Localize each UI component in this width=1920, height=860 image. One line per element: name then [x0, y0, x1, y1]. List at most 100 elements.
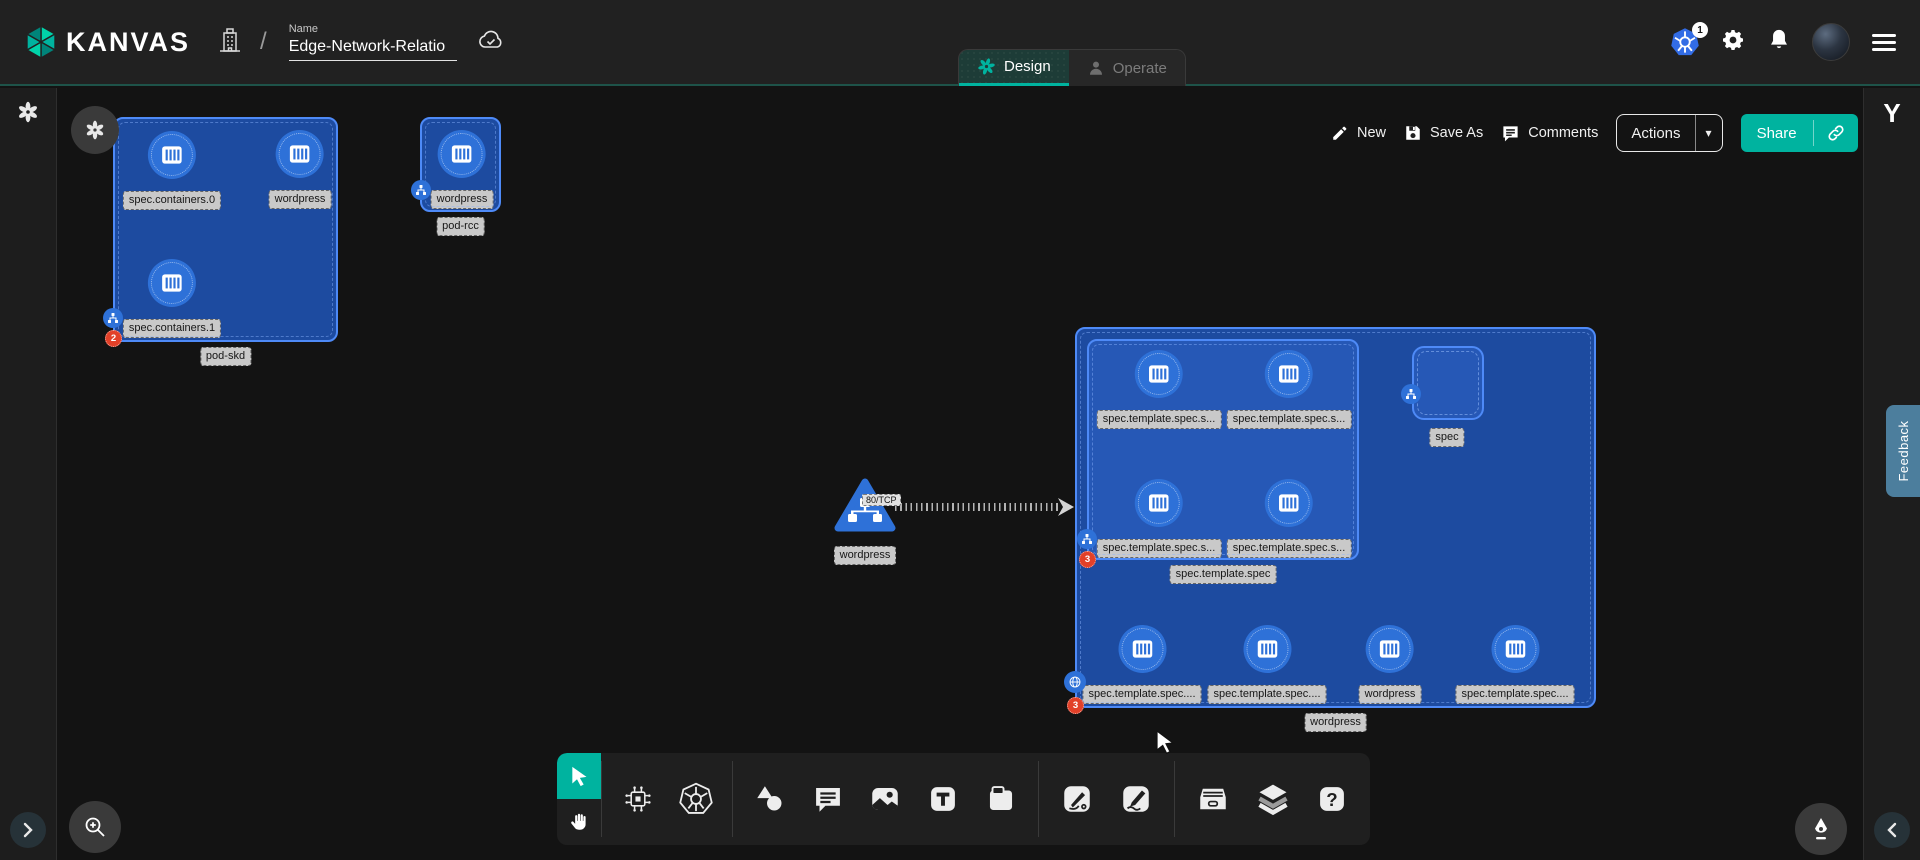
layers-tool-button[interactable] — [1252, 778, 1294, 820]
node-label: spec.template.spec.s... — [1097, 410, 1222, 429]
group-label: pod-skd — [200, 347, 251, 366]
k8s-context-switcher[interactable]: 1 — [1670, 27, 1700, 57]
node-container: spec.containers.1 — [123, 259, 221, 338]
node-label: spec.template.spec.... — [1208, 685, 1327, 704]
container-icon — [159, 270, 185, 296]
container-node[interactable] — [1366, 625, 1414, 673]
comment-icon — [1501, 124, 1520, 143]
edge-arrowhead-icon — [1056, 496, 1076, 518]
node-container: spec.template.spec.s... — [1097, 350, 1222, 429]
collapsed-node-indicator[interactable] — [71, 106, 119, 154]
container-node[interactable] — [438, 130, 486, 178]
tab-design[interactable]: Design — [959, 50, 1069, 86]
comment-tool-button[interactable] — [807, 778, 849, 820]
kubernetes-tool-button[interactable] — [675, 778, 717, 820]
image-icon — [868, 782, 902, 816]
container-node[interactable] — [1135, 350, 1183, 398]
actions-caret-icon[interactable]: ▾ — [1696, 126, 1722, 140]
save-as-button[interactable]: Save As — [1404, 124, 1483, 142]
node-container: spec.template.spec.s... — [1097, 479, 1222, 558]
comments-button[interactable]: Comments — [1501, 124, 1598, 143]
chip-icon — [621, 782, 655, 816]
node-label: spec.template.spec.s... — [1227, 410, 1352, 429]
container-node[interactable] — [148, 131, 196, 179]
actions-split-button[interactable]: Actions ▾ — [1616, 114, 1722, 152]
group-pod-rcc[interactable]: wordpress pod-rcc — [420, 117, 501, 212]
settings-gear-icon[interactable] — [1722, 28, 1746, 57]
group-deployment-wordpress[interactable]: spec.template.spec.s... spec.template.sp… — [1075, 327, 1596, 708]
zoom-button[interactable] — [69, 801, 121, 853]
pod-shape-badge-icon — [411, 180, 431, 200]
container-icon — [287, 141, 313, 167]
node-container: spec.template.spec.... — [1083, 625, 1202, 704]
new-button[interactable]: New — [1331, 124, 1386, 142]
container-node[interactable] — [1265, 350, 1313, 398]
question-mark-icon: ? — [1315, 782, 1349, 816]
group-label: spec.template.spec — [1170, 565, 1277, 584]
mouse-cursor — [1155, 730, 1175, 754]
shapes-tool-button[interactable] — [749, 778, 791, 820]
new-label: New — [1357, 125, 1386, 141]
tab-operate[interactable]: Operate — [1069, 50, 1185, 86]
group-spec-template-spec[interactable]: spec.template.spec.s... spec.template.sp… — [1087, 339, 1359, 560]
container-node[interactable] — [1491, 625, 1539, 673]
design-tab-icon — [977, 57, 996, 76]
container-icon — [449, 141, 475, 167]
copy-link-icon[interactable] — [1814, 123, 1858, 143]
expand-right-panel-button[interactable] — [1874, 812, 1910, 848]
help-tool-button[interactable]: ? — [1311, 778, 1353, 820]
service-node[interactable]: wordpress — [834, 478, 896, 565]
node-container: spec.template.spec.s... — [1227, 479, 1352, 558]
feedback-tab[interactable]: Feedback — [1886, 405, 1920, 497]
drawer-tool-button[interactable] — [1192, 778, 1234, 820]
container-icon — [1146, 490, 1172, 516]
select-tool-button[interactable] — [557, 753, 601, 799]
service-label: wordpress — [834, 546, 897, 565]
node-label: spec — [1429, 428, 1464, 447]
yaml-panel-toggle[interactable]: Y — [1883, 98, 1900, 129]
designs-panel-icon[interactable] — [16, 100, 40, 129]
container-node[interactable] — [1118, 625, 1166, 673]
text-tool-button[interactable] — [922, 778, 964, 820]
user-avatar[interactable] — [1812, 23, 1850, 61]
text-icon — [926, 782, 960, 816]
error-count-badge[interactable]: 3 — [1067, 697, 1084, 714]
group-pod-skd[interactable]: spec.containers.0 wordpress — [113, 117, 338, 342]
shapes-icon — [753, 782, 787, 816]
pen-nib-icon — [1809, 816, 1833, 842]
pen-tool-button[interactable] — [1056, 778, 1098, 820]
node-spec[interactable] — [1412, 346, 1484, 420]
save-icon — [1404, 124, 1422, 142]
design-name-input[interactable] — [289, 36, 457, 61]
deployment-shape-badge-icon — [1064, 671, 1086, 693]
components-tool-button[interactable] — [617, 778, 659, 820]
error-count-badge[interactable]: 2 — [105, 330, 122, 347]
note-tool-button[interactable] — [980, 778, 1022, 820]
container-node[interactable] — [1265, 479, 1313, 527]
expand-left-panel-button[interactable] — [10, 812, 46, 848]
freehand-tool-button[interactable] — [1115, 778, 1157, 820]
feedback-label: Feedback — [1886, 405, 1920, 497]
edge-port-label: 80/TCP — [862, 494, 901, 506]
container-node[interactable] — [148, 259, 196, 307]
chevron-right-icon — [22, 822, 34, 838]
container-icon — [1254, 636, 1280, 662]
notifications-bell-icon[interactable] — [1768, 28, 1790, 57]
pan-tool-button[interactable] — [557, 799, 601, 845]
pen-mode-button[interactable] — [1795, 803, 1847, 855]
node-container: wordpress — [431, 130, 494, 209]
container-icon — [1146, 361, 1172, 387]
design-canvas[interactable]: New Save As Comments Actions — [0, 88, 1920, 860]
container-node[interactable] — [1135, 479, 1183, 527]
hamburger-menu-icon[interactable] — [1872, 34, 1896, 51]
share-split-button[interactable]: Share — [1741, 114, 1858, 152]
workspace-icon[interactable] — [218, 27, 242, 58]
image-tool-button[interactable] — [864, 778, 906, 820]
node-container: spec.template.spec.... — [1208, 625, 1327, 704]
service-triangle-icon — [834, 478, 896, 534]
container-node[interactable] — [1243, 625, 1291, 673]
container-node[interactable] — [276, 130, 324, 178]
edge-dashed-line — [895, 503, 1058, 511]
error-count-badge[interactable]: 3 — [1079, 551, 1096, 568]
node-label: spec.containers.0 — [123, 191, 221, 210]
